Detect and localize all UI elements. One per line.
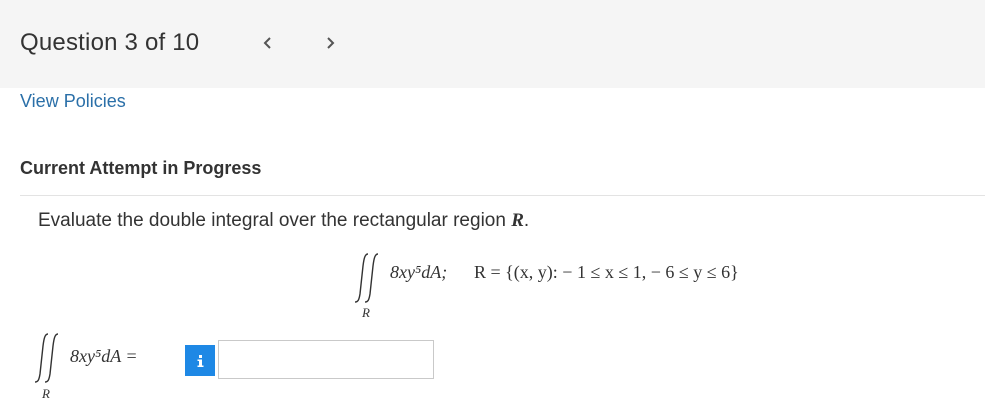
info-button[interactable] [185, 345, 215, 376]
question-counter: Question 3 of 10 [20, 29, 200, 56]
chevron-right-icon [327, 37, 335, 49]
chevron-left-icon [263, 37, 271, 49]
prompt-text: Evaluate the double integral over the re… [38, 210, 506, 231]
display-region: R = {(x, y): − 1 ≤ x ≤ 1, − 6 ≤ y ≤ 6} [474, 262, 739, 282]
attempt-status: Current Attempt in Progress [20, 158, 262, 178]
info-icon [197, 354, 204, 367]
answer-double-integral-symbol [34, 333, 59, 383]
next-question-button[interactable] [318, 30, 344, 56]
question-prompt: Evaluate the double integral over the re… [38, 210, 529, 232]
double-integral-symbol [354, 253, 379, 303]
prompt-period: . [523, 210, 530, 231]
answer-integrand: 8xy⁵dA = [70, 346, 138, 366]
prompt-variable: R [511, 210, 524, 231]
previous-question-button[interactable] [254, 30, 280, 56]
view-policies-link[interactable]: View Policies [20, 91, 126, 112]
display-integrand: 8xy⁵dA; [390, 262, 448, 282]
answer-region-subscript: R [42, 386, 50, 401]
question-header: Question 3 of 10 [0, 0, 985, 88]
divider [20, 195, 985, 196]
integral-region-subscript: R [362, 305, 370, 320]
answer-input[interactable] [218, 340, 434, 379]
